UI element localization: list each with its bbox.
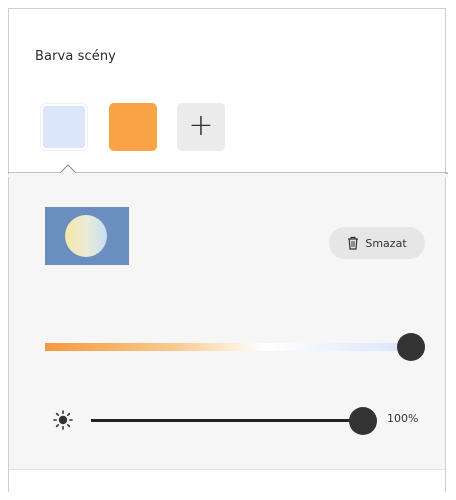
scene-color-panel: Barva scény + Smazat 100% [8,8,448,492]
brightness-thumb[interactable] [349,407,377,435]
section-title: Barva scény [35,49,116,64]
trash-icon [348,236,359,250]
scene-preview [45,207,129,265]
swatch-section: Barva scény + [9,9,445,172]
delete-button[interactable]: Smazat [329,227,425,259]
footer-strip [9,469,445,492]
swatch-orange[interactable] [109,103,157,151]
add-swatch-button[interactable]: + [177,103,225,151]
color-editor: Smazat 100% [9,173,445,469]
brightness-value: 100% [387,412,419,425]
delete-label: Smazat [365,236,407,250]
color-temperature-thumb[interactable] [397,333,425,361]
plus-icon: + [188,108,214,143]
sun-icon [53,410,73,430]
brightness-slider[interactable] [91,419,363,422]
swatch-light-blue[interactable] [41,104,87,150]
color-temperature-slider[interactable] [45,343,411,351]
light-circle-icon [65,215,107,257]
